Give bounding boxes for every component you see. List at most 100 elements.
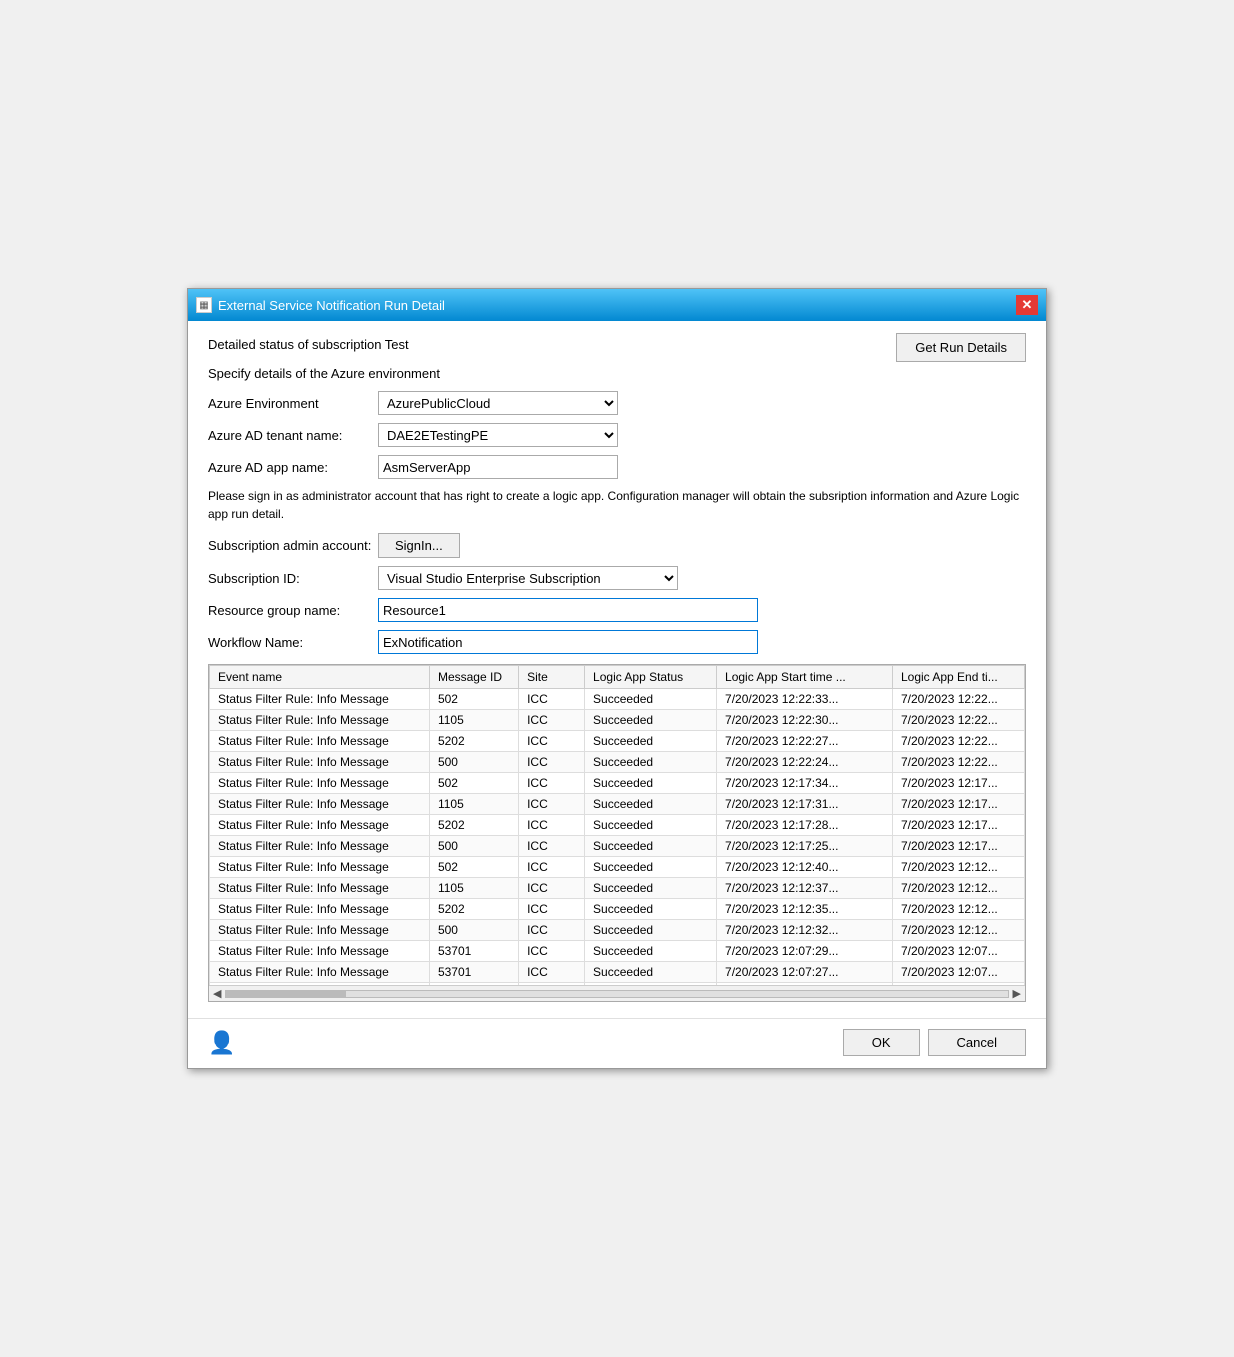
table-cell: ICC [519, 962, 585, 983]
table-cell: 7/20/2023 12:17... [892, 815, 1024, 836]
table-cell: 7/20/2023 12:22:30... [717, 710, 893, 731]
table-cell: Status Filter Rule: Info Message [210, 794, 430, 815]
col-site: Site [519, 666, 585, 689]
table-cell: 7/20/2023 12:17:25... [717, 836, 893, 857]
table-cell: 7/20/2023 12:17:28... [717, 815, 893, 836]
table-cell: Status Filter Rule: Info Message [210, 710, 430, 731]
table-cell: Succeeded [585, 731, 717, 752]
table-cell: 7/20/2023 12:17... [892, 773, 1024, 794]
table-cell: 7/20/2023 12:07:29... [717, 941, 893, 962]
table-cell: 7/20/2023 12:12... [892, 857, 1024, 878]
table-cell: Status Filter Rule: Info Message [210, 773, 430, 794]
table-cell: 7/20/2023 12:22... [892, 710, 1024, 731]
table-cell: 53701 [429, 941, 518, 962]
col-logic-app-start: Logic App Start time ... [717, 666, 893, 689]
table-scroll-area[interactable]: Event name Message ID Site Logic App Sta… [209, 665, 1025, 985]
bottom-bar: 👤 OK Cancel [188, 1018, 1046, 1068]
table-cell: Status Filter Rule: Info Message [210, 836, 430, 857]
results-table-container: Event name Message ID Site Logic App Sta… [208, 664, 1026, 1002]
table-cell: 7/20/2023 12:22... [892, 731, 1024, 752]
table-row[interactable]: Status Filter Rule: Info Message500ICCSu… [210, 920, 1025, 941]
table-cell: 502 [429, 857, 518, 878]
user-icon: 👤 [208, 1030, 235, 1056]
table-cell: Status Filter Rule: Info Message [210, 878, 430, 899]
table-row[interactable]: Status Filter Rule: Info Message502ICCSu… [210, 689, 1025, 710]
cancel-button[interactable]: Cancel [928, 1029, 1026, 1056]
table-body: Status Filter Rule: Info Message502ICCSu… [210, 689, 1025, 986]
title-bar: ▦ External Service Notification Run Deta… [188, 289, 1046, 321]
table-cell: Succeeded [585, 752, 717, 773]
table-cell: Status Filter Rule: Info Message [210, 689, 430, 710]
table-cell: 7/20/2023 12:12:35... [717, 899, 893, 920]
table-cell: Succeeded [585, 899, 717, 920]
horizontal-scrollbar[interactable]: ◀ ▶ [209, 985, 1025, 1001]
table-row[interactable]: Status Filter Rule: Info Message53701ICC… [210, 941, 1025, 962]
workflow-name-label: Workflow Name: [208, 635, 378, 650]
table-cell: 7/20/2023 12:12... [892, 920, 1024, 941]
azure-tenant-row: Azure AD tenant name: DAE2ETestingPE [208, 423, 1026, 447]
scroll-right-btn[interactable]: ▶ [1013, 987, 1021, 1000]
get-run-details-button[interactable]: Get Run Details [896, 333, 1026, 362]
azure-env-select[interactable]: AzurePublicCloud AzureUSGovernment Azure… [378, 391, 618, 415]
window-icon: ▦ [196, 297, 212, 313]
table-cell: 7/20/2023 12:22:24... [717, 752, 893, 773]
table-cell: ICC [519, 857, 585, 878]
azure-env-label: Azure Environment [208, 396, 378, 411]
table-row[interactable]: Status Filter Rule: Info Message1105ICCS… [210, 710, 1025, 731]
azure-app-input[interactable] [378, 455, 618, 479]
table-cell: 7/20/2023 12:12:32... [717, 920, 893, 941]
table-row[interactable]: Status Filter Rule: Info Message1105ICCS… [210, 794, 1025, 815]
table-row[interactable]: Status Filter Rule: Info Message500ICCSu… [210, 752, 1025, 773]
table-cell: 7/20/2023 12:12:40... [717, 857, 893, 878]
resource-group-row: Resource group name: [208, 598, 1026, 622]
ok-button[interactable]: OK [843, 1029, 920, 1056]
workflow-name-row: Workflow Name: [208, 630, 1026, 654]
workflow-name-input[interactable] [378, 630, 758, 654]
scrollbar-track[interactable] [225, 990, 1008, 998]
azure-env-row: Azure Environment AzurePublicCloud Azure… [208, 391, 1026, 415]
resource-group-input[interactable] [378, 598, 758, 622]
table-row[interactable]: Status Filter Rule: Info Message502ICCSu… [210, 857, 1025, 878]
table-row[interactable]: Status Filter Rule: Info Message500ICCSu… [210, 836, 1025, 857]
table-cell: 1105 [429, 710, 518, 731]
table-row[interactable]: Status Filter Rule: Info Message5202ICCS… [210, 731, 1025, 752]
resource-group-label: Resource group name: [208, 603, 378, 618]
subscription-id-select[interactable]: Visual Studio Enterprise Subscription [378, 566, 678, 590]
signin-button[interactable]: SignIn... [378, 533, 460, 558]
table-row[interactable]: Status Filter Rule: Info Message1105ICCS… [210, 878, 1025, 899]
table-cell: ICC [519, 920, 585, 941]
table-row[interactable]: Status Filter Rule: Info Message5202ICCS… [210, 899, 1025, 920]
table-cell: Succeeded [585, 689, 717, 710]
table-cell: ICC [519, 731, 585, 752]
table-row[interactable]: Status Filter Rule: Info Message502ICCSu… [210, 773, 1025, 794]
table-cell: Status Filter Rule: Info Message [210, 815, 430, 836]
col-message-id: Message ID [429, 666, 518, 689]
close-button[interactable]: ✕ [1016, 295, 1038, 315]
table-cell: Succeeded [585, 710, 717, 731]
table-header-row: Event name Message ID Site Logic App Sta… [210, 666, 1025, 689]
scroll-left-btn[interactable]: ◀ [213, 987, 221, 1000]
table-cell: 53701 [429, 962, 518, 983]
table-row[interactable]: Status Filter Rule: Info Message5202ICCS… [210, 815, 1025, 836]
table-cell: Succeeded [585, 773, 717, 794]
table-cell: 7/20/2023 12:07... [892, 962, 1024, 983]
table-cell: 5202 [429, 899, 518, 920]
table-cell: Status Filter Rule: Info Message [210, 941, 430, 962]
azure-tenant-select[interactable]: DAE2ETestingPE [378, 423, 618, 447]
window-title: External Service Notification Run Detail [218, 298, 445, 313]
main-window: ▦ External Service Notification Run Deta… [187, 288, 1047, 1069]
scrollbar-thumb[interactable] [226, 990, 346, 998]
table-cell: Succeeded [585, 857, 717, 878]
table-cell: 7/20/2023 12:12... [892, 878, 1024, 899]
table-cell: 500 [429, 752, 518, 773]
table-cell: 7/20/2023 12:07:27... [717, 962, 893, 983]
table-cell: ICC [519, 899, 585, 920]
table-cell: ICC [519, 710, 585, 731]
table-cell: ICC [519, 878, 585, 899]
bottom-buttons: OK Cancel [843, 1029, 1026, 1056]
azure-app-row: Azure AD app name: [208, 455, 1026, 479]
table-cell: Status Filter Rule: Info Message [210, 962, 430, 983]
table-cell: Succeeded [585, 815, 717, 836]
subscription-admin-label: Subscription admin account: [208, 538, 378, 553]
table-row[interactable]: Status Filter Rule: Info Message53701ICC… [210, 962, 1025, 983]
